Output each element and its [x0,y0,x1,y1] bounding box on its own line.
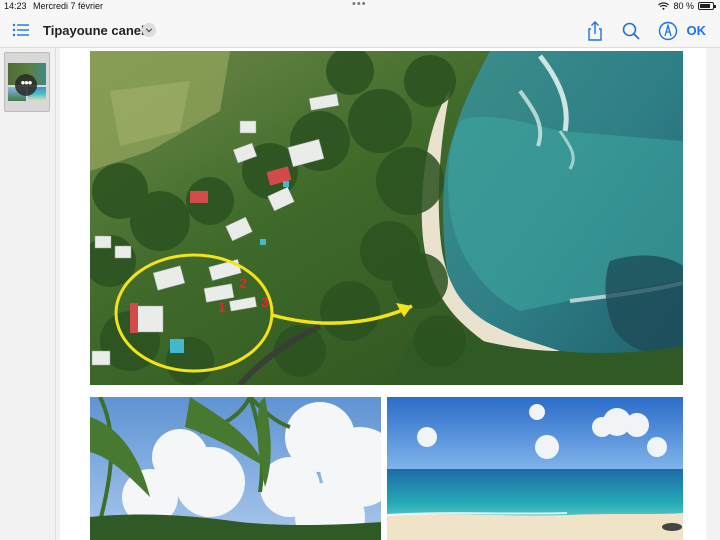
share-icon[interactable] [584,20,606,42]
status-time: 14:23 [4,1,27,11]
status-date: Mercredi 7 février [33,1,104,11]
more-options-icon[interactable]: ••• [15,74,37,96]
document-title[interactable]: Tipayoune canelle [43,23,155,38]
status-right: 80 % [658,1,716,11]
search-icon[interactable] [620,20,642,42]
multitasking-dots-icon[interactable]: ••• [352,0,367,10]
house-label-1: 1 [218,299,226,315]
list-icon[interactable] [12,22,30,38]
battery-icon [698,2,716,10]
battery-percentage: 80 % [673,1,694,11]
palm-photo [90,397,381,540]
thumbnail-sidebar: ••• [0,48,56,540]
beach-photo [387,397,683,540]
page-thumbnail[interactable]: ••• [4,52,50,112]
chevron-down-icon[interactable] [142,23,156,37]
house-label-3: 3 [261,294,269,310]
markup-icon[interactable] [657,20,679,42]
aerial-photo [90,51,683,385]
status-bar: 14:23 Mercredi 7 février ••• 80 % [0,0,720,14]
house-label-2: 2 [239,275,247,291]
wifi-icon [658,2,670,10]
ok-button[interactable]: OK [687,23,707,38]
toolbar: Tipayoune canelle OK [0,14,720,48]
document-page: 1 2 3 [60,48,706,540]
